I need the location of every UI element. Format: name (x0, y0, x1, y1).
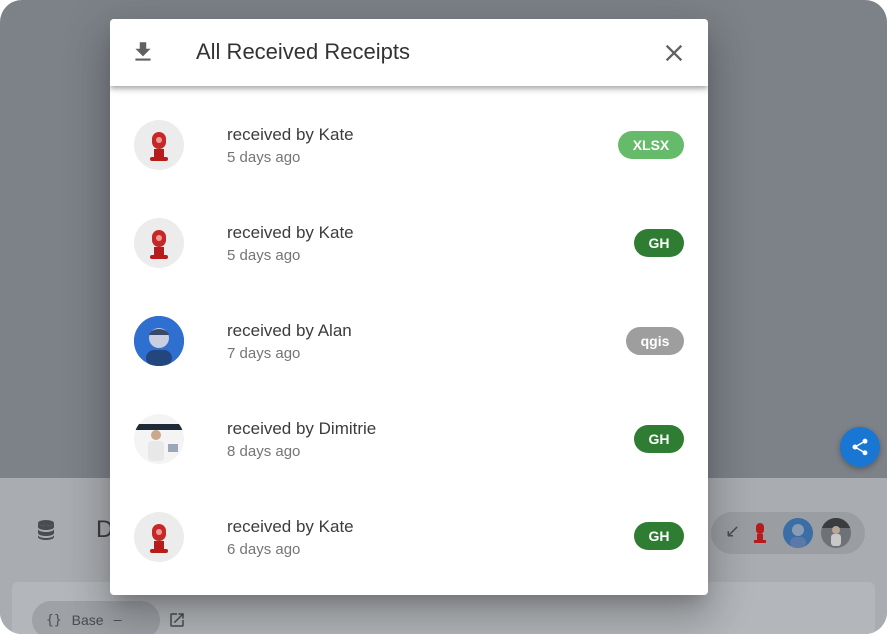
received-receipts-dialog: All Received Receipts received by Kate 5… (110, 19, 708, 595)
robot-avatar (134, 120, 184, 170)
robot-avatar-icon[interactable] (745, 518, 775, 548)
branch-chip[interactable]: {} Base — (32, 601, 160, 634)
receipt-title: received by Alan (227, 321, 352, 340)
receipt-time: 6 days ago (227, 541, 301, 558)
share-icon (852, 438, 868, 456)
photo-avatar (134, 316, 184, 366)
receipt-title: received by Kate (227, 517, 354, 536)
dialog-title: All Received Receipts (196, 39, 410, 64)
receipt-time: 5 days ago (227, 149, 301, 166)
user-avatar-dimitrie[interactable] (821, 518, 851, 548)
receipt-item[interactable]: received by Kate 5 days ago GH (110, 184, 708, 282)
dialog-header: All Received Receipts (110, 19, 708, 86)
app-chip-gh: GH (634, 229, 684, 257)
database-icon (38, 520, 54, 540)
receipt-time: 7 days ago (227, 345, 301, 362)
braces-icon: {} (46, 612, 62, 628)
robot-avatar (134, 512, 184, 562)
photo-avatar (134, 414, 184, 464)
arrow-down-left-icon: ↙ (725, 521, 741, 541)
receipt-title: received by Kate (227, 125, 354, 144)
branch-label: Base (71, 612, 104, 628)
robot-avatar (134, 218, 184, 268)
receipt-item[interactable]: received by Dimitrie 8 days ago GH (110, 380, 708, 478)
share-button[interactable] (840, 427, 880, 467)
download-icon[interactable] (130, 39, 156, 65)
close-icon[interactable] (660, 39, 688, 67)
app-chip-qgis: qgis (626, 327, 684, 355)
dash-icon: — (113, 612, 122, 628)
receipt-item[interactable]: received by Alan 7 days ago qgis (110, 282, 708, 380)
receipt-title: received by Dimitrie (227, 419, 377, 438)
receipt-list: received by Kate 5 days ago XLSX receive… (110, 86, 708, 576)
receipt-title: received by Kate (227, 223, 354, 242)
receipt-time: 5 days ago (227, 247, 301, 264)
app-chip-gh: GH (634, 425, 684, 453)
open-in-new-icon[interactable] (168, 611, 186, 629)
receipt-time: 8 days ago (227, 443, 301, 460)
app-chip-xlsx: XLSX (618, 131, 684, 159)
receipt-item[interactable]: received by Kate 5 days ago XLSX (110, 86, 708, 184)
receipt-item[interactable]: received by Kate 6 days ago GH (110, 478, 708, 576)
app-chip-gh: GH (634, 522, 684, 550)
collaborators-pill[interactable]: ↙ (711, 512, 865, 554)
app-window: D ↙ {} Base — All Received Receipts rece… (0, 0, 887, 634)
user-avatar-alan[interactable] (783, 518, 813, 548)
